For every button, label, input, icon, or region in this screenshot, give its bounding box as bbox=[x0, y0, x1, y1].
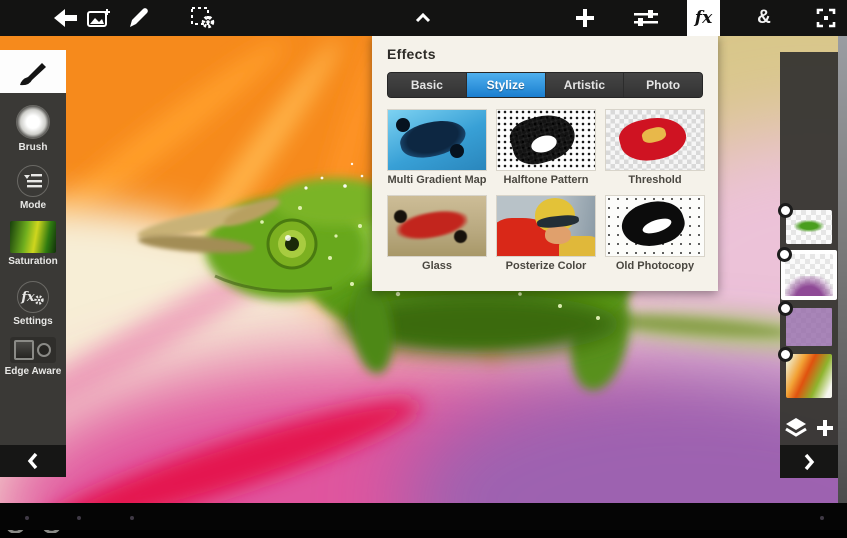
thumb-art bbox=[785, 276, 833, 296]
effect-threshold[interactable]: Threshold bbox=[605, 109, 705, 186]
effect-label: Halftone Pattern bbox=[496, 174, 596, 186]
edge-aware-radio[interactable] bbox=[37, 343, 51, 357]
saturation-preview-icon bbox=[10, 221, 56, 253]
thumb-art bbox=[794, 220, 824, 232]
thumb-art bbox=[545, 226, 571, 244]
effect-glass[interactable]: Glass bbox=[387, 195, 487, 272]
effect-label: Multi Gradient Map bbox=[387, 174, 487, 186]
add-layer-icon[interactable] bbox=[817, 420, 833, 436]
thumb-art bbox=[396, 118, 410, 132]
nav-back-dot-icon[interactable] bbox=[25, 516, 29, 520]
selection-settings-icon[interactable] bbox=[186, 0, 222, 36]
adjustments-icon[interactable] bbox=[628, 0, 664, 36]
nav-recents-dot-icon[interactable] bbox=[130, 516, 134, 520]
effect-label: Threshold bbox=[605, 174, 705, 186]
tab-stylize[interactable]: Stylize bbox=[467, 73, 546, 97]
effect-posterize-color[interactable]: Posterize Color bbox=[496, 195, 596, 272]
layer-thumbnail-3[interactable] bbox=[786, 308, 832, 346]
effect-thumbnail bbox=[387, 109, 487, 171]
tool-label: Brush bbox=[0, 142, 66, 153]
selected-layer-frame bbox=[781, 250, 837, 300]
effect-thumbnail bbox=[496, 195, 596, 257]
effect-label: Posterize Color bbox=[496, 260, 596, 272]
fullscreen-icon[interactable] bbox=[808, 0, 844, 36]
layer-badge-icon bbox=[778, 301, 793, 316]
chevron-right-icon bbox=[803, 453, 815, 471]
brush-preview-icon bbox=[16, 105, 50, 139]
paint-brush-icon bbox=[17, 57, 49, 87]
nav-home-dot-icon[interactable] bbox=[77, 516, 81, 520]
effect-halftone-pattern[interactable]: Halftone Pattern bbox=[496, 109, 596, 186]
effect-thumbnail bbox=[387, 195, 487, 257]
tool-options-panel: Brush Mode Saturation fx Settings Edge A… bbox=[0, 93, 66, 445]
thumb-art bbox=[450, 144, 464, 158]
tab-photo[interactable]: Photo bbox=[624, 73, 702, 97]
tool-label: Saturation bbox=[0, 256, 66, 267]
thumb-art bbox=[394, 210, 407, 223]
layer-thumbnail-1[interactable] bbox=[786, 210, 832, 244]
top-toolbar: fx & bbox=[0, 0, 847, 36]
effects-category-tabs: Basic Stylize Artistic Photo bbox=[387, 72, 703, 98]
chevron-left-icon bbox=[27, 452, 39, 470]
effect-label: Glass bbox=[387, 260, 487, 272]
ampersand-label: & bbox=[757, 7, 771, 29]
back-icon[interactable] bbox=[50, 0, 82, 36]
layer-thumbnail-4[interactable] bbox=[786, 354, 832, 398]
fx-label: fx bbox=[695, 8, 712, 28]
layer-actions bbox=[780, 412, 838, 444]
add-image-icon[interactable] bbox=[82, 0, 116, 36]
settings-option[interactable]: fx Settings bbox=[0, 281, 66, 327]
layer-badge-icon bbox=[777, 247, 792, 262]
add-icon[interactable] bbox=[568, 0, 602, 36]
effect-label: Old Photocopy bbox=[605, 260, 705, 272]
effect-thumbnail bbox=[605, 109, 705, 171]
draw-icon[interactable] bbox=[122, 0, 156, 36]
collapse-panel-icon[interactable] bbox=[406, 0, 440, 36]
tool-label: Mode bbox=[0, 200, 66, 211]
effect-thumbnail bbox=[496, 109, 596, 171]
tab-basic[interactable]: Basic bbox=[388, 73, 467, 97]
thumb-art bbox=[786, 308, 832, 346]
effects-panel: Effects Basic Stylize Artistic Photo Mul… bbox=[372, 34, 718, 291]
effects-grid: Multi Gradient Map Halftone Pattern Thre… bbox=[387, 109, 705, 272]
effects-panel-title: Effects bbox=[387, 46, 705, 62]
layer-badge-icon bbox=[778, 347, 793, 362]
thumb-art bbox=[454, 230, 467, 243]
brush-option[interactable]: Brush bbox=[0, 105, 66, 153]
active-tool-tab[interactable] bbox=[0, 50, 66, 93]
mode-option[interactable]: Mode bbox=[0, 165, 66, 211]
effects-fx-icon[interactable]: fx bbox=[687, 0, 720, 36]
system-navigation-bar bbox=[0, 503, 847, 530]
effect-old-photocopy[interactable]: Old Photocopy bbox=[605, 195, 705, 272]
effect-thumbnail bbox=[605, 195, 705, 257]
edge-aware-option[interactable]: Edge Aware bbox=[0, 337, 66, 377]
layers-panel bbox=[780, 52, 838, 445]
edge-aware-controls bbox=[10, 337, 56, 363]
edge-aware-checkbox[interactable] bbox=[14, 340, 34, 360]
mode-icon bbox=[17, 165, 49, 197]
workspace-gutter bbox=[838, 36, 847, 503]
saturation-option[interactable]: Saturation bbox=[0, 221, 66, 267]
tool-label: Settings bbox=[0, 316, 66, 327]
layer-thumbnail-2-selected[interactable] bbox=[785, 254, 833, 296]
settings-fx-icon: fx bbox=[17, 281, 49, 313]
layers-icon[interactable] bbox=[785, 418, 807, 438]
layer-badge-icon bbox=[778, 203, 793, 218]
expand-right-panel-button[interactable] bbox=[780, 445, 838, 478]
nav-status-dot-icon bbox=[820, 516, 824, 520]
tool-label: Edge Aware bbox=[0, 366, 66, 377]
effect-multi-gradient-map[interactable]: Multi Gradient Map bbox=[387, 109, 487, 186]
more-tools-ampersand-icon[interactable]: & bbox=[748, 0, 780, 36]
collapse-left-panel-button[interactable] bbox=[0, 445, 66, 477]
tab-artistic[interactable]: Artistic bbox=[546, 73, 625, 97]
